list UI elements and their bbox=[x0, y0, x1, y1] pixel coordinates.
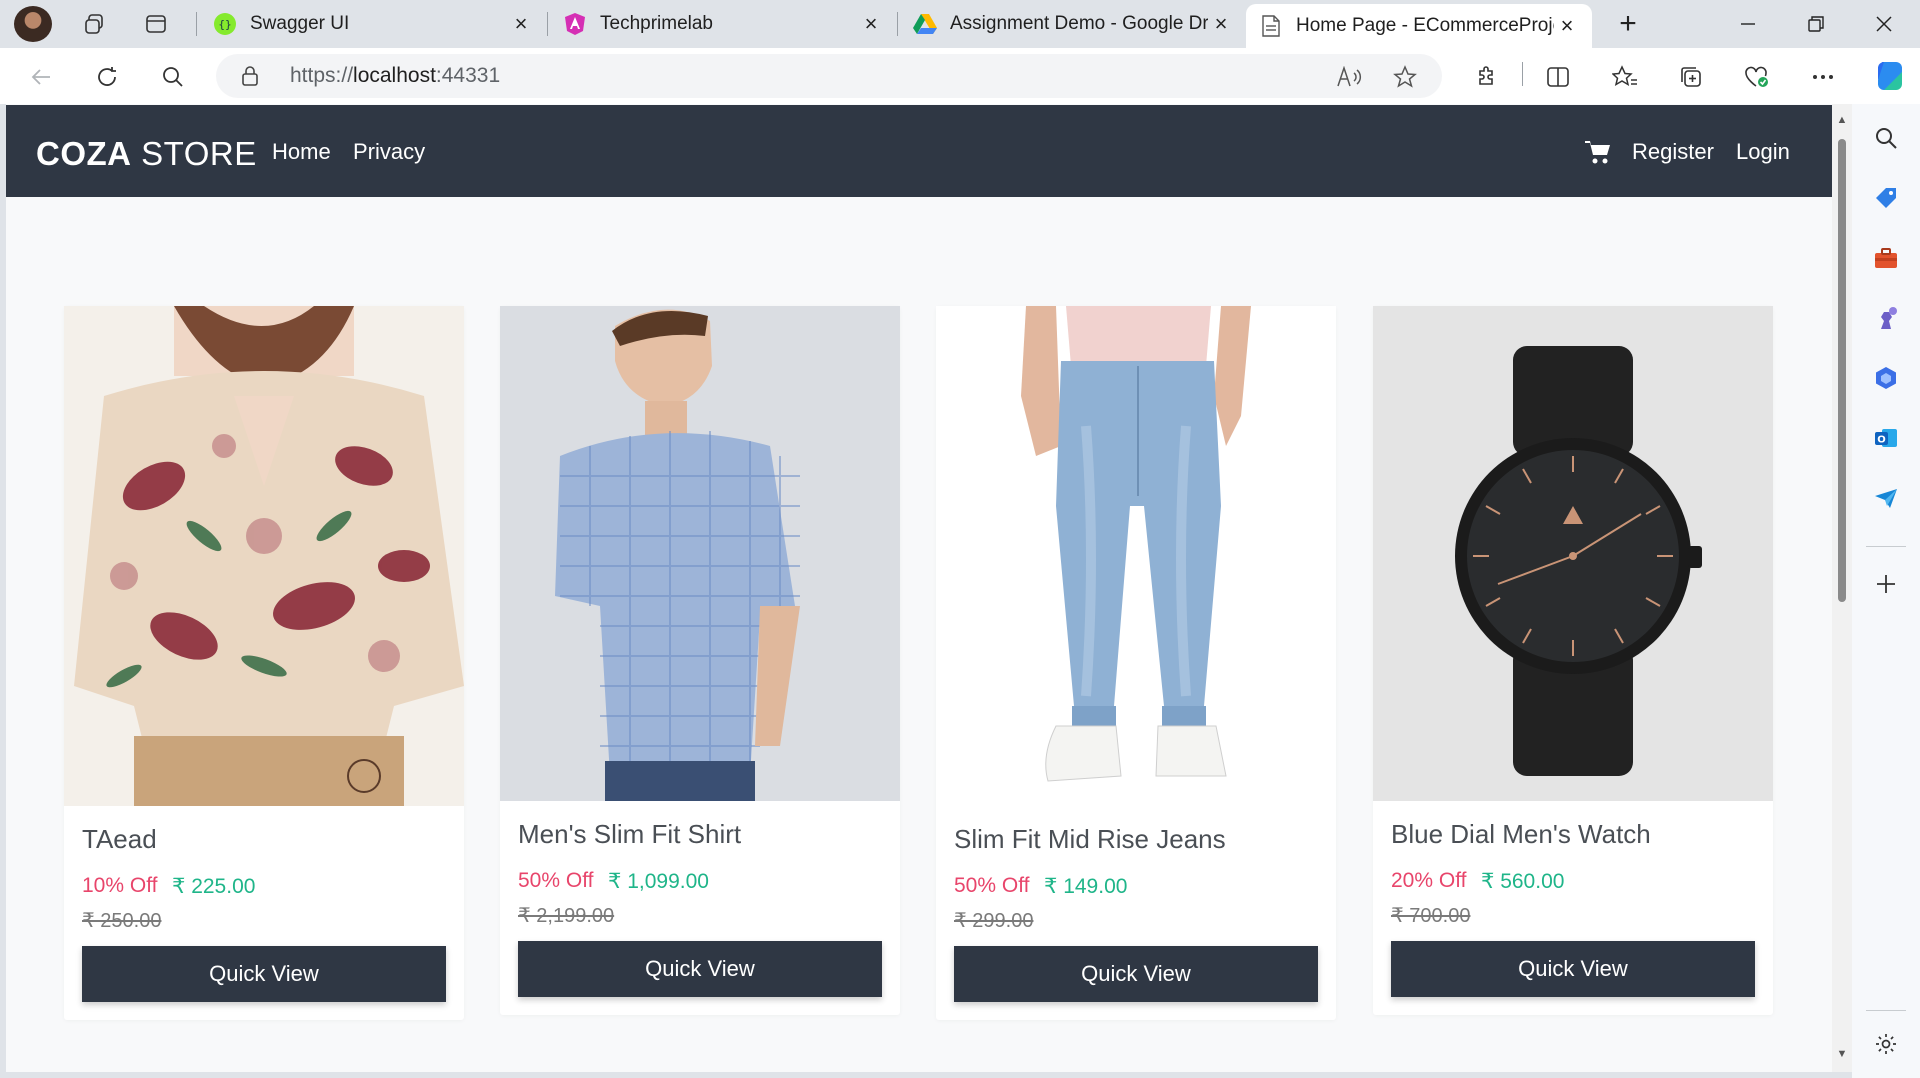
product-price: ₹ 225.00 bbox=[172, 875, 256, 898]
page-icon bbox=[1258, 13, 1284, 39]
tab-title: Home Page - ECommerceProjec bbox=[1296, 15, 1554, 36]
scroll-up-icon[interactable]: ▲ bbox=[1835, 114, 1849, 128]
sidebar-separator bbox=[1866, 546, 1906, 547]
tab-close-button[interactable]: × bbox=[1208, 11, 1234, 37]
nav-home-link[interactable]: Home bbox=[272, 139, 331, 165]
tab-title: Assignment Demo - Google Dri bbox=[950, 13, 1208, 34]
site-navbar: COZA STORE Home Privacy Register Login bbox=[6, 105, 1832, 197]
page-scrollbar[interactable]: ▲ ▼ bbox=[1832, 104, 1852, 1072]
angular-icon bbox=[562, 11, 588, 37]
back-icon[interactable] bbox=[24, 60, 58, 94]
tab-title: Swagger UI bbox=[250, 13, 350, 34]
send-icon[interactable] bbox=[1870, 482, 1902, 514]
scroll-down-icon[interactable]: ▼ bbox=[1835, 1048, 1849, 1062]
search-icon[interactable] bbox=[156, 60, 190, 94]
product-card: Slim Fit Mid Rise Jeans 50% Off ₹ 149.00… bbox=[936, 306, 1336, 1020]
toolbar-separator bbox=[1522, 62, 1523, 86]
quick-view-button[interactable]: Quick View bbox=[82, 946, 446, 1002]
product-name[interactable]: TAead bbox=[82, 824, 157, 855]
product-name[interactable]: Men's Slim Fit Shirt bbox=[518, 819, 741, 850]
favorite-star-icon[interactable] bbox=[1390, 62, 1420, 92]
nav-login-link[interactable]: Login bbox=[1736, 139, 1790, 165]
cart-icon[interactable] bbox=[1584, 139, 1612, 165]
tab-separator bbox=[196, 12, 197, 36]
favorites-icon[interactable] bbox=[1608, 60, 1642, 94]
google-drive-icon bbox=[912, 11, 938, 37]
tab-title: Techprimelab bbox=[600, 13, 713, 34]
outlook-icon[interactable]: O bbox=[1870, 422, 1902, 454]
workspaces-icon[interactable] bbox=[80, 10, 108, 38]
tag-icon[interactable] bbox=[1870, 182, 1902, 214]
tab-home-page[interactable]: Home Page - ECommerceProjec × bbox=[1246, 4, 1592, 48]
browser-essentials-icon[interactable] bbox=[1740, 60, 1774, 94]
product-image-checked-shirt[interactable] bbox=[500, 306, 900, 801]
profile-avatar[interactable] bbox=[14, 6, 52, 42]
tab-techprimelab[interactable]: Techprimelab × bbox=[550, 4, 896, 44]
product-image-floral-shirt[interactable] bbox=[64, 306, 464, 806]
svg-text:{}: {} bbox=[218, 18, 231, 31]
address-bar[interactable]: https://localhost:44331 bbox=[216, 54, 1442, 98]
tab-separator bbox=[897, 12, 898, 36]
product-discount: 20% Off bbox=[1391, 869, 1467, 892]
lock-icon[interactable] bbox=[240, 65, 260, 92]
product-discount: 10% Off bbox=[82, 874, 158, 897]
copilot-hex-icon[interactable] bbox=[1870, 362, 1902, 394]
product-price: ₹ 149.00 bbox=[1044, 875, 1128, 898]
product-card: TAead 10% Off ₹ 225.00 ₹ 250.00 Quick Vi… bbox=[64, 306, 464, 1020]
product-price: ₹ 560.00 bbox=[1481, 870, 1565, 893]
edge-sidebar: O bbox=[1852, 104, 1920, 1078]
read-aloud-icon[interactable] bbox=[1334, 62, 1364, 92]
close-window-button[interactable] bbox=[1864, 6, 1904, 42]
vertical-tabs-icon[interactable] bbox=[142, 10, 170, 38]
tab-google-drive[interactable]: Assignment Demo - Google Dri × bbox=[900, 4, 1246, 44]
url-text[interactable]: https://localhost:44331 bbox=[290, 64, 500, 88]
scroll-thumb[interactable] bbox=[1838, 139, 1846, 602]
quick-view-button[interactable]: Quick View bbox=[518, 941, 882, 997]
add-icon[interactable] bbox=[1870, 568, 1902, 600]
tab-close-button[interactable]: × bbox=[508, 11, 534, 37]
svg-text:O: O bbox=[1877, 435, 1886, 446]
product-name[interactable]: Blue Dial Men's Watch bbox=[1391, 819, 1651, 850]
swagger-icon: {} bbox=[212, 11, 238, 37]
product-card: Men's Slim Fit Shirt 50% Off ₹ 1,099.00 … bbox=[500, 306, 900, 1015]
minimize-button[interactable] bbox=[1728, 6, 1768, 42]
restore-button[interactable] bbox=[1796, 6, 1836, 42]
split-screen-icon[interactable] bbox=[1541, 60, 1575, 94]
tab-separator bbox=[547, 12, 548, 36]
product-old-price: ₹ 299.00 bbox=[954, 910, 1034, 932]
extensions-icon[interactable] bbox=[1470, 60, 1504, 94]
product-card: Blue Dial Men's Watch 20% Off ₹ 560.00 ₹… bbox=[1373, 306, 1773, 1015]
product-image-watch[interactable] bbox=[1373, 306, 1773, 801]
product-old-price: ₹ 250.00 bbox=[82, 910, 162, 932]
copilot-icon[interactable] bbox=[1870, 56, 1910, 96]
tab-close-button[interactable]: × bbox=[858, 11, 884, 37]
more-options-icon[interactable] bbox=[1806, 60, 1840, 94]
brand-logo[interactable]: COZA STORE bbox=[36, 135, 257, 173]
tab-strip: {} Swagger UI × Techprimelab × Assignmen… bbox=[0, 0, 1920, 48]
page-viewport: COZA STORE Home Privacy Register Login T… bbox=[6, 104, 1832, 1072]
product-discount: 50% Off bbox=[954, 874, 1030, 897]
quick-view-button[interactable]: Quick View bbox=[1391, 941, 1755, 997]
tab-close-button[interactable]: × bbox=[1554, 13, 1580, 39]
product-price: ₹ 1,099.00 bbox=[608, 870, 709, 893]
browser-toolbar: https://localhost:44331 bbox=[0, 48, 1920, 104]
quick-view-button[interactable]: Quick View bbox=[954, 946, 1318, 1002]
sidebar-search-icon[interactable] bbox=[1870, 122, 1902, 154]
refresh-icon[interactable] bbox=[90, 60, 124, 94]
product-old-price: ₹ 2,199.00 bbox=[518, 905, 615, 927]
sidebar-separator bbox=[1866, 1010, 1906, 1011]
new-tab-button[interactable]: + bbox=[1608, 6, 1648, 42]
games-icon[interactable] bbox=[1870, 302, 1902, 334]
nav-privacy-link[interactable]: Privacy bbox=[353, 139, 425, 165]
collections-icon[interactable] bbox=[1674, 60, 1708, 94]
tab-swagger-ui[interactable]: {} Swagger UI × bbox=[200, 4, 546, 44]
nav-register-link[interactable]: Register bbox=[1632, 139, 1714, 165]
toolbox-icon[interactable] bbox=[1870, 242, 1902, 274]
product-name[interactable]: Slim Fit Mid Rise Jeans bbox=[954, 824, 1226, 855]
product-image-jeans[interactable] bbox=[936, 306, 1336, 806]
product-discount: 50% Off bbox=[518, 869, 594, 892]
product-old-price: ₹ 700.00 bbox=[1391, 905, 1471, 927]
settings-icon[interactable] bbox=[1870, 1028, 1902, 1060]
